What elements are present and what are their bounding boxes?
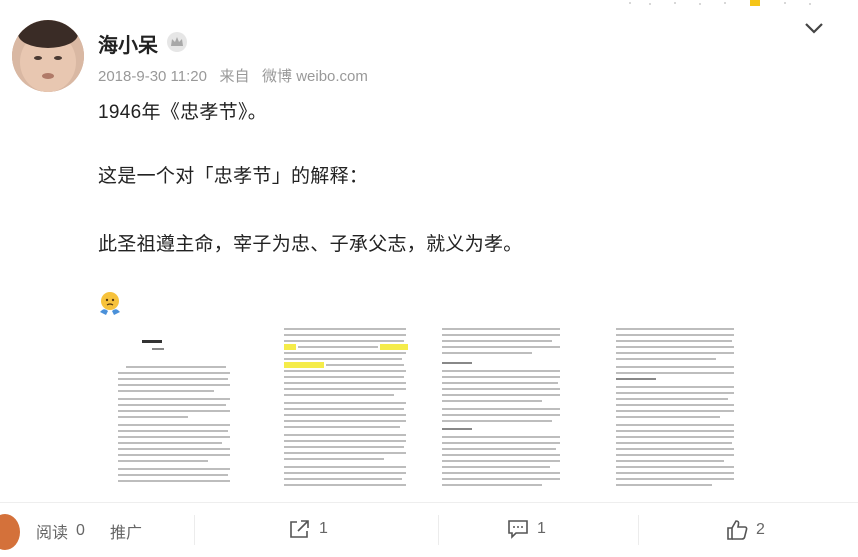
reads-count: 0: [76, 522, 85, 539]
comment-button[interactable]: 1: [507, 519, 546, 539]
comment-count: 1: [537, 520, 546, 537]
comment-icon: [508, 520, 528, 539]
post-image-3[interactable]: [438, 318, 565, 488]
author-name[interactable]: 海小呆: [98, 29, 158, 58]
post-text-line: 这是一个对「忠孝节」的解释：: [98, 166, 369, 187]
crown-badge-icon: [167, 32, 187, 52]
like-button[interactable]: 2: [726, 519, 765, 541]
post-image-1[interactable]: [110, 318, 237, 488]
top-decoration: [629, 0, 811, 6]
post-date[interactable]: 2018-9-30 11:20: [98, 68, 207, 85]
footer-divider-1: [194, 515, 195, 545]
post-meta: 2018-9-30 11:20 来自 微博 weibo.com: [98, 65, 368, 86]
reads-label: 阅读: [36, 525, 69, 542]
chevron-down-icon[interactable]: [802, 18, 826, 38]
reads-counter: 阅读 0: [36, 519, 85, 543]
footer-divider-3: [638, 515, 639, 545]
like-count: 2: [756, 521, 765, 538]
repost-count: 1: [319, 520, 328, 537]
post-text-line: 1946年《忠孝节》。: [98, 102, 268, 123]
post-footer: 阅读 0 推广 1 1 2: [0, 503, 858, 557]
author-avatar[interactable]: [12, 20, 84, 92]
thinking-emoji-icon: [100, 292, 120, 315]
post-image-2[interactable]: [282, 318, 409, 488]
thumbs-up-icon: [727, 520, 748, 540]
promote-label: 推广: [110, 525, 143, 542]
share-icon: [290, 520, 309, 538]
promote-button[interactable]: 推广: [110, 519, 142, 543]
post-image-4[interactable]: [612, 318, 739, 488]
post-text-line: 此圣祖遵主命，宰子为忠、子承父志，就义为孝。: [98, 234, 523, 255]
footer-divider-2: [438, 515, 439, 545]
repost-button[interactable]: 1: [289, 519, 328, 539]
source-prefix: 来自: [219, 68, 250, 85]
post-source[interactable]: 微博 weibo.com: [262, 68, 368, 85]
